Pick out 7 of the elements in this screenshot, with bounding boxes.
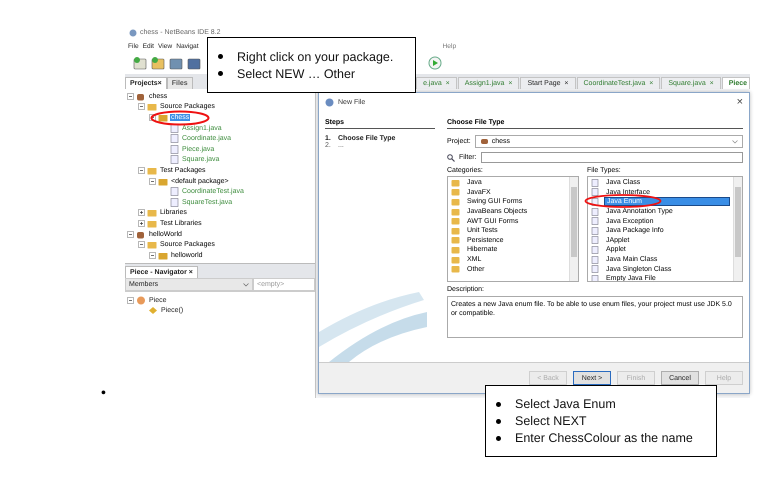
close-button[interactable]: × bbox=[736, 96, 743, 108]
instruction-text: Right click on your package. bbox=[237, 50, 394, 64]
instruction-text: Select Java Enum bbox=[515, 397, 616, 411]
instruction-text: Enter ChessColour as the name bbox=[515, 431, 693, 445]
instruction-text: Select NEW … Other bbox=[237, 66, 356, 80]
bullet-mark: • bbox=[101, 384, 106, 400]
instruction-text: Select NEXT bbox=[515, 414, 587, 428]
